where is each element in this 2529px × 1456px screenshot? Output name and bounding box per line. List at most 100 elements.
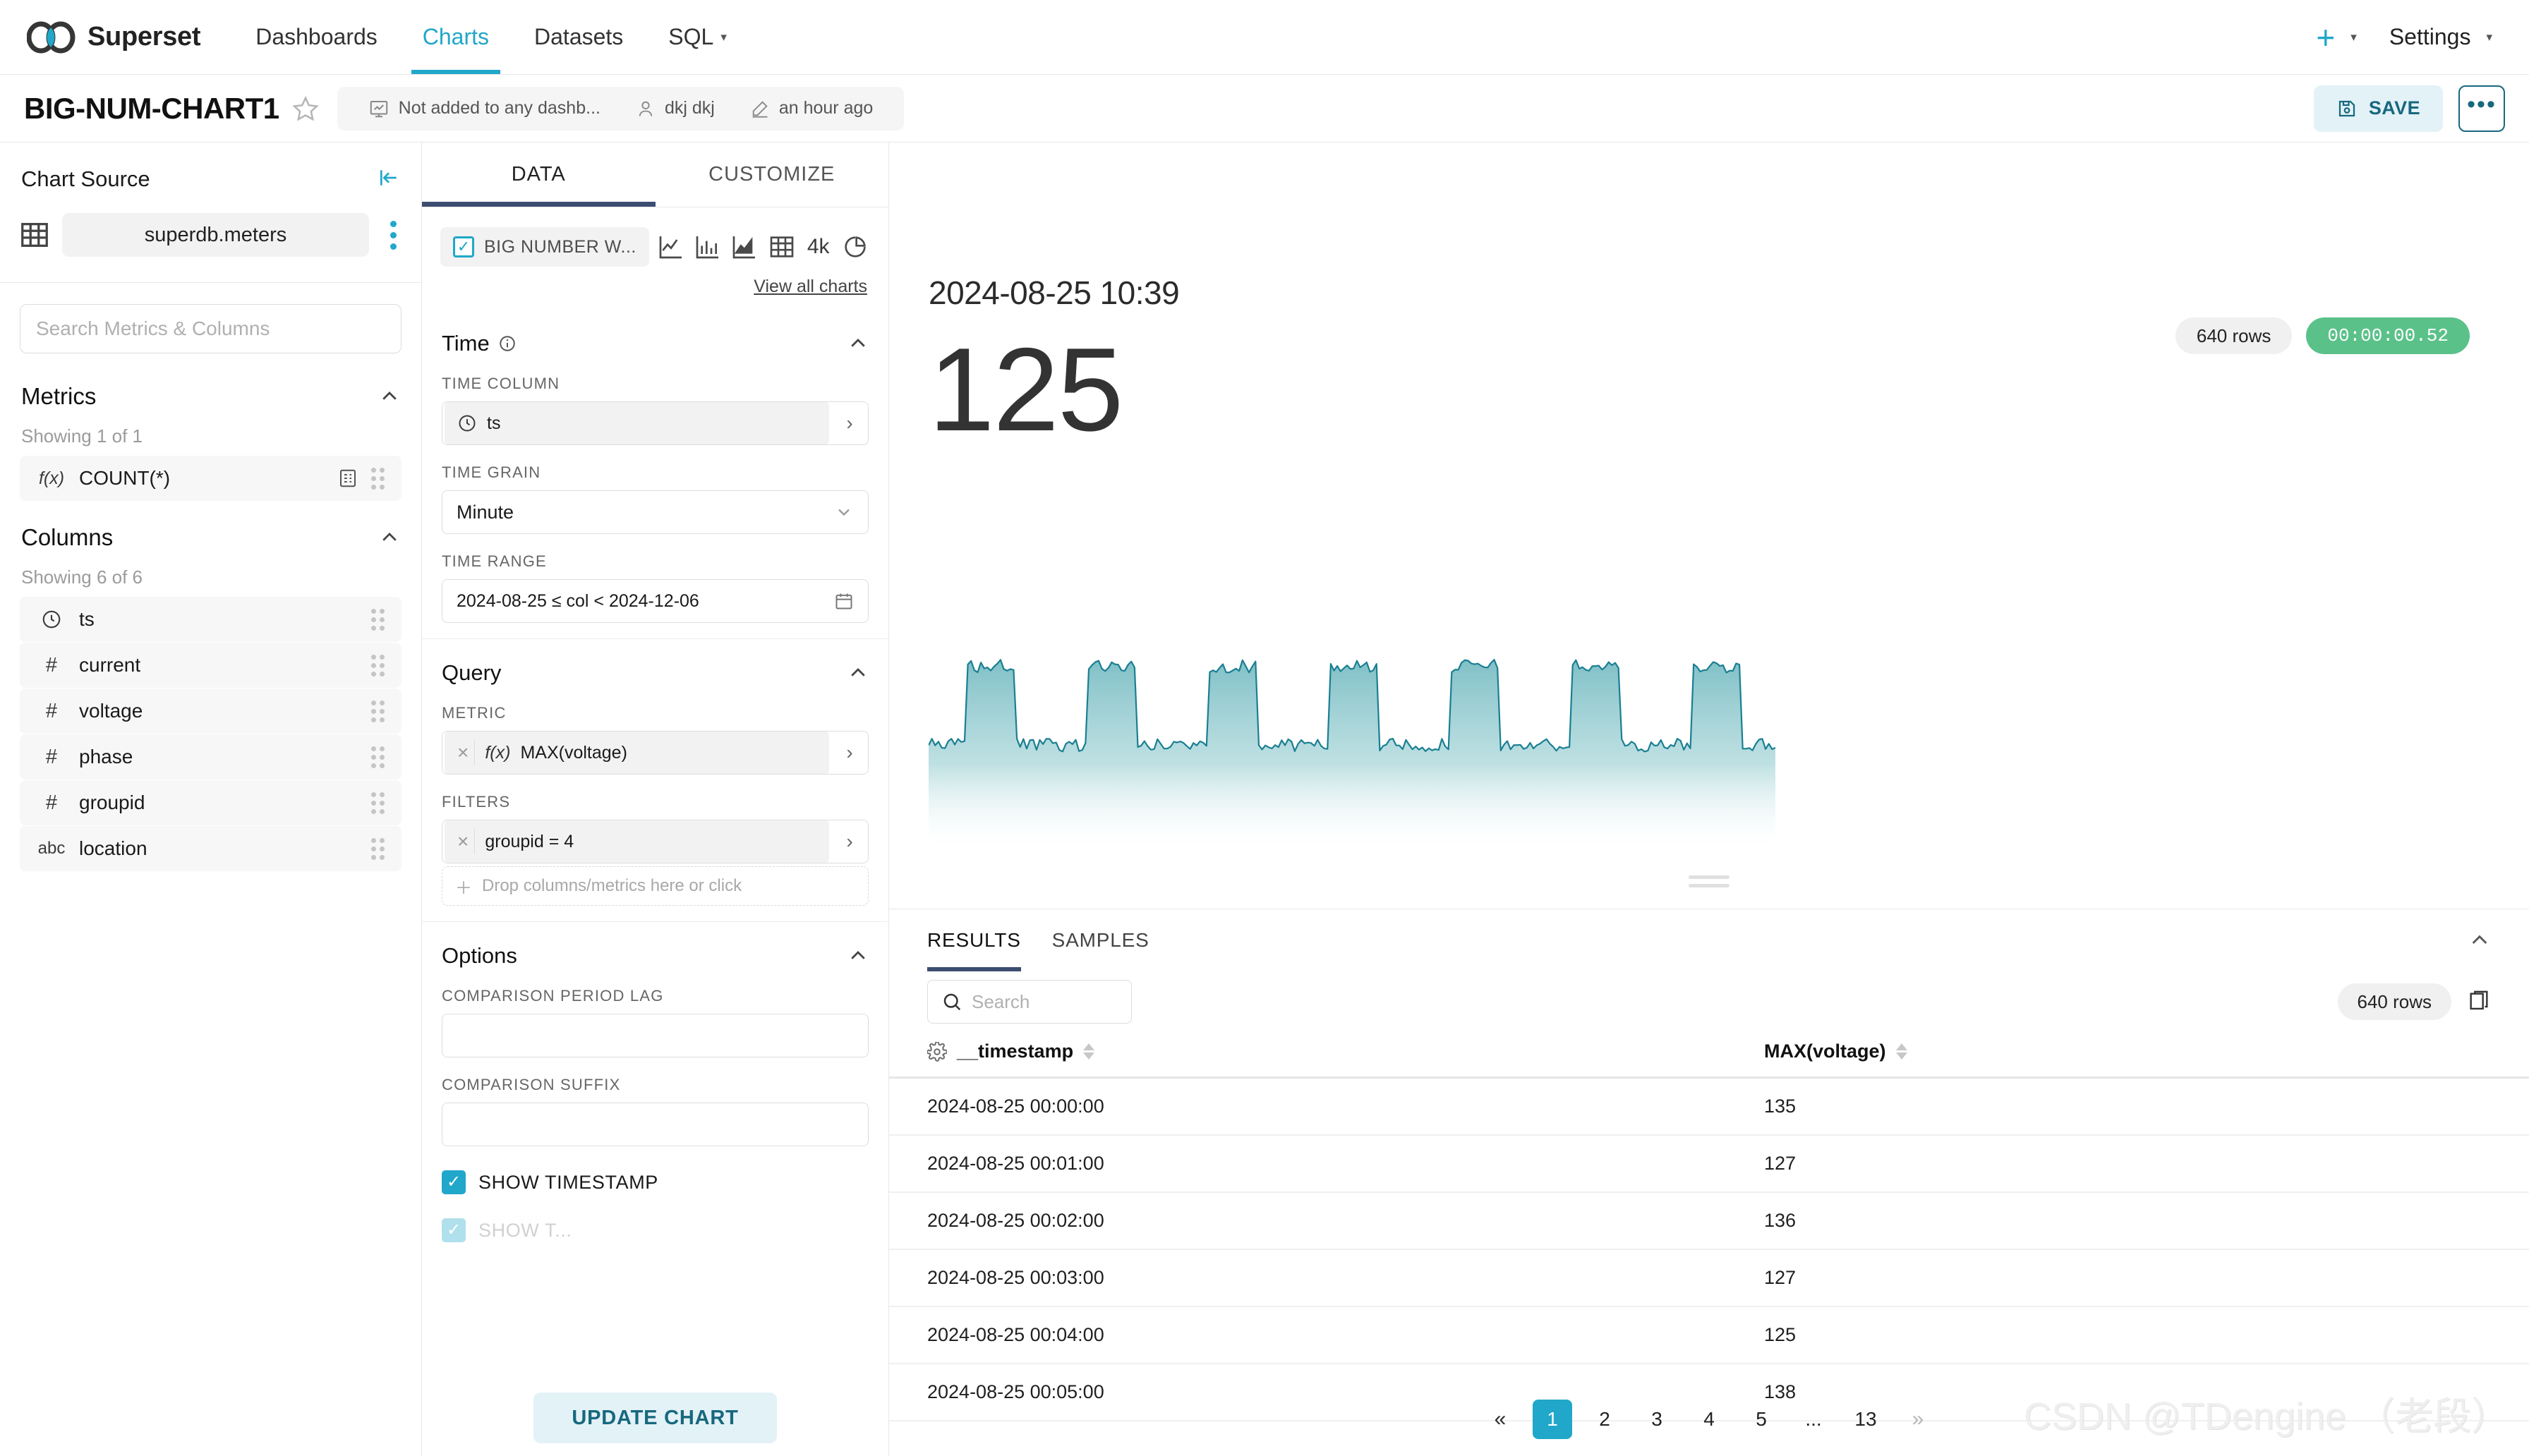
remove-filter-icon[interactable]: ×: [457, 829, 476, 854]
show-timestamp-row[interactable]: ✓ SHOW TIMESTAMP: [422, 1146, 888, 1194]
pagination-page-2[interactable]: 2: [1585, 1400, 1624, 1439]
chevron-right-icon[interactable]: ›: [831, 830, 868, 853]
sort-icon[interactable]: [1083, 1043, 1095, 1060]
pagination-page-3[interactable]: 3: [1637, 1400, 1677, 1439]
show-trendline-row[interactable]: ✓ SHOW T...: [422, 1194, 888, 1242]
nav-item-dashboards[interactable]: Dashboards: [233, 0, 400, 74]
remove-metric-icon[interactable]: ×: [457, 740, 476, 765]
time-section-header[interactable]: Time: [422, 310, 888, 356]
nav-item-sql[interactable]: SQL ▾: [646, 0, 749, 74]
time-section-title: Time: [442, 331, 490, 356]
list-item[interactable]: abc location: [20, 826, 402, 871]
time-range-control[interactable]: 2024-08-25 ≤ col < 2024-12-06: [442, 579, 869, 623]
pagination-page-13[interactable]: 13: [1846, 1400, 1885, 1439]
metadata-dashboard[interactable]: Not added to any dashb...: [354, 98, 615, 119]
more-options-button[interactable]: •••: [2458, 85, 2505, 132]
nav-item-charts[interactable]: Charts: [400, 0, 512, 74]
drag-handle-icon[interactable]: [371, 700, 385, 722]
list-item[interactable]: # phase: [20, 734, 402, 779]
time-range-label: TIME RANGE: [442, 552, 547, 570]
comparison-suffix-input[interactable]: [442, 1103, 869, 1146]
big-number-4k-icon[interactable]: 4k: [804, 231, 833, 262]
metadata-modified[interactable]: an hour ago: [736, 98, 887, 119]
settings-menu[interactable]: Settings ▾: [2389, 24, 2492, 50]
show-timestamp-checkbox[interactable]: ✓: [442, 1170, 466, 1194]
metric-value: MAX(voltage): [520, 742, 627, 763]
time-grain-select[interactable]: Minute: [442, 490, 869, 534]
drag-handle-icon[interactable]: [371, 837, 385, 860]
metric-token[interactable]: × f(x) MAX(voltage): [445, 732, 829, 774]
time-column-control[interactable]: ts ›: [442, 401, 869, 445]
info-icon[interactable]: [498, 334, 517, 353]
table-row[interactable]: 2024-08-25 00:02:00 136: [889, 1192, 2529, 1250]
list-item[interactable]: # voltage: [20, 688, 402, 734]
filters-dropzone[interactable]: ＋ Drop columns/metrics here or click: [442, 866, 869, 906]
chevron-up-icon[interactable]: [2468, 929, 2491, 952]
column-header-timestamp[interactable]: __timestamp: [889, 1041, 1764, 1079]
view-all-charts-link[interactable]: View all charts: [754, 277, 867, 296]
table-row[interactable]: 2024-08-25 00:01:00 127: [889, 1135, 2529, 1193]
chart-rows-badge: 640 rows: [2175, 317, 2293, 354]
pagination-next[interactable]: »: [1898, 1400, 1938, 1439]
list-item[interactable]: f(x) COUNT(*): [20, 456, 402, 501]
chevron-right-icon[interactable]: ›: [831, 741, 868, 764]
pie-chart-icon[interactable]: [840, 231, 870, 262]
viz-type-selected-chip[interactable]: ✓ BIG NUMBER W...: [440, 227, 649, 267]
copy-icon[interactable]: [2467, 990, 2491, 1014]
tab-customize[interactable]: CUSTOMIZE: [656, 142, 889, 207]
search-metrics-columns-input[interactable]: [20, 304, 402, 353]
pagination-prev[interactable]: «: [1480, 1400, 1520, 1439]
pagination-page-1[interactable]: 1: [1533, 1400, 1572, 1439]
dashboard-icon: [370, 100, 387, 117]
filter-token[interactable]: × groupid = 4: [445, 820, 829, 863]
query-section-header[interactable]: Query: [422, 638, 888, 686]
tab-samples[interactable]: SAMPLES: [1037, 909, 1165, 971]
time-range-field: TIME RANGE 2024-08-25 ≤ col < 2024-12-06: [422, 534, 888, 623]
dataset-options-kebab[interactable]: [380, 220, 406, 250]
pagination-page-4[interactable]: 4: [1689, 1400, 1729, 1439]
bar-chart-icon[interactable]: [693, 231, 723, 262]
table-row[interactable]: 2024-08-25 00:03:00 127: [889, 1249, 2529, 1307]
options-section-header[interactable]: Options: [422, 921, 888, 969]
chevron-right-icon[interactable]: ›: [831, 412, 868, 435]
drag-handle-icon[interactable]: [371, 608, 385, 631]
sort-icon[interactable]: [1895, 1043, 1907, 1060]
list-item[interactable]: ts: [20, 597, 402, 642]
drag-handle-icon[interactable]: [371, 467, 385, 490]
column-header-max-voltage[interactable]: MAX(voltage): [1764, 1041, 2529, 1079]
brand[interactable]: Superset: [27, 21, 201, 54]
table-icon[interactable]: [766, 231, 796, 262]
show-trendline-checkbox[interactable]: ✓: [442, 1218, 466, 1242]
gear-icon[interactable]: [927, 1041, 947, 1062]
list-item[interactable]: # groupid: [20, 780, 402, 825]
table-row[interactable]: 2024-08-25 00:04:00 125: [889, 1306, 2529, 1364]
pagination-ellipsis[interactable]: ...: [1794, 1400, 1833, 1439]
check-icon: ✓: [453, 236, 474, 257]
metric-control[interactable]: × f(x) MAX(voltage) ›: [442, 731, 869, 775]
add-new-button[interactable]: + ▾: [2316, 21, 2356, 54]
metadata-owner[interactable]: dkj dkj: [622, 98, 729, 119]
area-chart-icon[interactable]: [730, 231, 759, 262]
collapse-panel-icon[interactable]: [378, 166, 400, 189]
pagination-page-5[interactable]: 5: [1742, 1400, 1781, 1439]
nav-item-datasets[interactable]: Datasets: [512, 0, 646, 74]
filter-control[interactable]: × groupid = 4 ›: [442, 820, 869, 863]
drag-handle-icon[interactable]: [371, 746, 385, 768]
tab-results[interactable]: RESULTS: [927, 909, 1037, 971]
control-panel: DATA CUSTOMIZE ✓ BIG NUMBER W... 4k View…: [422, 142, 889, 1456]
favorite-star-icon[interactable]: [291, 95, 319, 122]
panel-resize-handle[interactable]: [1689, 875, 1730, 887]
drag-handle-icon[interactable]: [371, 791, 385, 814]
dataset-source-name[interactable]: superdb.meters: [62, 213, 369, 257]
list-item[interactable]: # current: [20, 643, 402, 688]
line-chart-icon[interactable]: [656, 231, 686, 262]
tab-data[interactable]: DATA: [422, 142, 656, 207]
time-column-token[interactable]: ts: [445, 402, 829, 444]
metrics-section-header[interactable]: Metrics: [0, 360, 421, 410]
save-button[interactable]: SAVE: [2313, 85, 2443, 132]
columns-section-header[interactable]: Columns: [0, 502, 421, 551]
comparison-period-lag-input[interactable]: [442, 1014, 869, 1057]
update-chart-button[interactable]: UPDATE CHART: [533, 1393, 777, 1443]
drag-handle-icon[interactable]: [371, 654, 385, 677]
table-row[interactable]: 2024-08-25 00:00:00 135: [889, 1077, 2529, 1136]
